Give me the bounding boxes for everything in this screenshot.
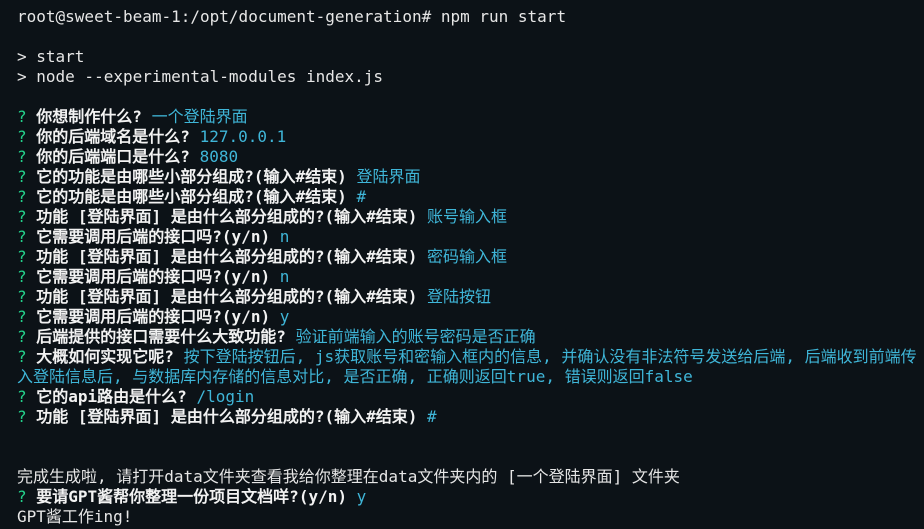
qa-line: ? 后端提供的接口需要什么大致功能? 验证前端输入的账号密码是否正确 bbox=[17, 327, 924, 347]
question-text: 你的后端端口是什么? bbox=[36, 147, 190, 166]
question-text: 它的功能是由哪些小部分组成?(输入#结束) bbox=[36, 187, 347, 206]
question-mark-icon: ? bbox=[17, 327, 27, 346]
question-text: 它的功能是由哪些小部分组成?(输入#结束) bbox=[36, 167, 347, 186]
question-text: 你想制作什么? bbox=[36, 107, 142, 126]
question-mark-icon: ? bbox=[17, 387, 27, 406]
question-text: 功能 [登陆界面] 是由什么部分组成的?(输入#结束) bbox=[36, 287, 418, 306]
answer-text: 127.0.0.1 bbox=[199, 127, 287, 146]
answer-text: # bbox=[356, 187, 367, 206]
qa-line: ? 它的api路由是什么? /login bbox=[17, 387, 924, 407]
npm-command-line: > node --experimental-modules index.js bbox=[17, 67, 384, 86]
qa-line: ? 功能 [登陆界面] 是由什么部分组成的?(输入#结束) 账号输入框 bbox=[17, 207, 924, 227]
done-message: 完成生成啦, 请打开data文件夹查看我给你整理在data文件夹内的 [一个登陆… bbox=[17, 467, 680, 486]
question-mark-icon: ? bbox=[17, 167, 27, 186]
question-text: 它的api路由是什么? bbox=[36, 387, 187, 406]
answer-text: n bbox=[279, 267, 290, 286]
answer-text: /login bbox=[196, 387, 255, 406]
answer-text: 验证前端输入的账号密码是否正确 bbox=[295, 327, 536, 346]
answer-text: n bbox=[279, 227, 290, 246]
question-mark-icon: ? bbox=[17, 107, 27, 126]
answer-text: 账号输入框 bbox=[427, 207, 508, 226]
question-mark-icon: ? bbox=[17, 307, 27, 326]
answer-text: 登陆按钮 bbox=[427, 287, 492, 306]
question-text: 功能 [登陆界面] 是由什么部分组成的?(输入#结束) bbox=[36, 207, 418, 226]
qa-line: ? 它需要调用后端的接口吗?(y/n) n bbox=[17, 227, 924, 247]
qa-line: ? 你的后端端口是什么? 8080 bbox=[17, 147, 924, 167]
question-mark-icon: ? bbox=[17, 227, 27, 246]
npm-start-line: > start bbox=[17, 47, 85, 66]
qa-line: ? 要请GPT酱帮你整理一份项目文档咩?(y/n) y bbox=[17, 487, 924, 507]
question-text: 你的后端域名是什么? bbox=[36, 127, 190, 146]
qa-line: ? 它的功能是由哪些小部分组成?(输入#结束) 登陆界面 bbox=[17, 167, 924, 187]
shell-prompt-line: root@sweet-beam-1:/opt/document-generati… bbox=[17, 7, 567, 26]
question-text: 它需要调用后端的接口吗?(y/n) bbox=[36, 267, 271, 286]
qa-line: ? 功能 [登陆界面] 是由什么部分组成的?(输入#结束) # bbox=[17, 407, 924, 427]
qa-line: ? 功能 [登陆界面] 是由什么部分组成的?(输入#结束) 登陆按钮 bbox=[17, 287, 924, 307]
question-text: 功能 [登陆界面] 是由什么部分组成的?(输入#结束) bbox=[36, 247, 418, 266]
answer-text: 一个登陆界面 bbox=[151, 107, 248, 126]
question-mark-icon: ? bbox=[17, 207, 27, 226]
answer-text: 8080 bbox=[199, 147, 239, 166]
answer-text: # bbox=[427, 407, 437, 426]
qa-line: ? 它的功能是由哪些小部分组成?(输入#结束) # bbox=[17, 187, 924, 207]
answer-text: 登陆界面 bbox=[356, 167, 421, 186]
question-text: 功能 [登陆界面] 是由什么部分组成的?(输入#结束) bbox=[36, 407, 418, 426]
question-mark-icon: ? bbox=[17, 187, 27, 206]
question-text: 它需要调用后端的接口吗?(y/n) bbox=[36, 307, 271, 326]
question-mark-icon: ? bbox=[17, 147, 27, 166]
question-mark-icon: ? bbox=[17, 287, 27, 306]
question-mark-icon: ? bbox=[17, 347, 27, 366]
question-mark-icon: ? bbox=[17, 487, 27, 506]
answer-text: y bbox=[356, 487, 367, 506]
question-mark-icon: ? bbox=[17, 267, 27, 286]
gpt-working-line: GPT酱工作ing! bbox=[17, 507, 133, 526]
question-mark-icon: ? bbox=[17, 127, 27, 146]
question-text: 要请GPT酱帮你整理一份项目文档咩?(y/n) bbox=[36, 487, 347, 506]
terminal-window[interactable]: root@sweet-beam-1:/opt/document-generati… bbox=[0, 0, 924, 529]
answer-text: 密码输入框 bbox=[427, 247, 508, 266]
question-text: 后端提供的接口需要什么大致功能? bbox=[36, 327, 286, 346]
qa-line: ? 功能 [登陆界面] 是由什么部分组成的?(输入#结束) 密码输入框 bbox=[17, 247, 924, 267]
qa-line: ? 它需要调用后端的接口吗?(y/n) n bbox=[17, 267, 924, 287]
question-mark-icon: ? bbox=[17, 407, 27, 426]
question-text: 大概如何实现它呢? bbox=[36, 347, 174, 366]
qa-line-wrapped: ? 大概如何实现它呢? 按下登陆按钮后, js获取账号和密输入框内的信息, 并确… bbox=[17, 347, 924, 387]
question-text: 它需要调用后端的接口吗?(y/n) bbox=[36, 227, 271, 246]
qa-line: ? 它需要调用后端的接口吗?(y/n) y bbox=[17, 307, 924, 327]
answer-text: y bbox=[279, 307, 290, 326]
qa-line: ? 你想制作什么? 一个登陆界面 bbox=[17, 107, 924, 127]
question-mark-icon: ? bbox=[17, 247, 27, 266]
qa-line: ? 你的后端域名是什么? 127.0.0.1 bbox=[17, 127, 924, 147]
